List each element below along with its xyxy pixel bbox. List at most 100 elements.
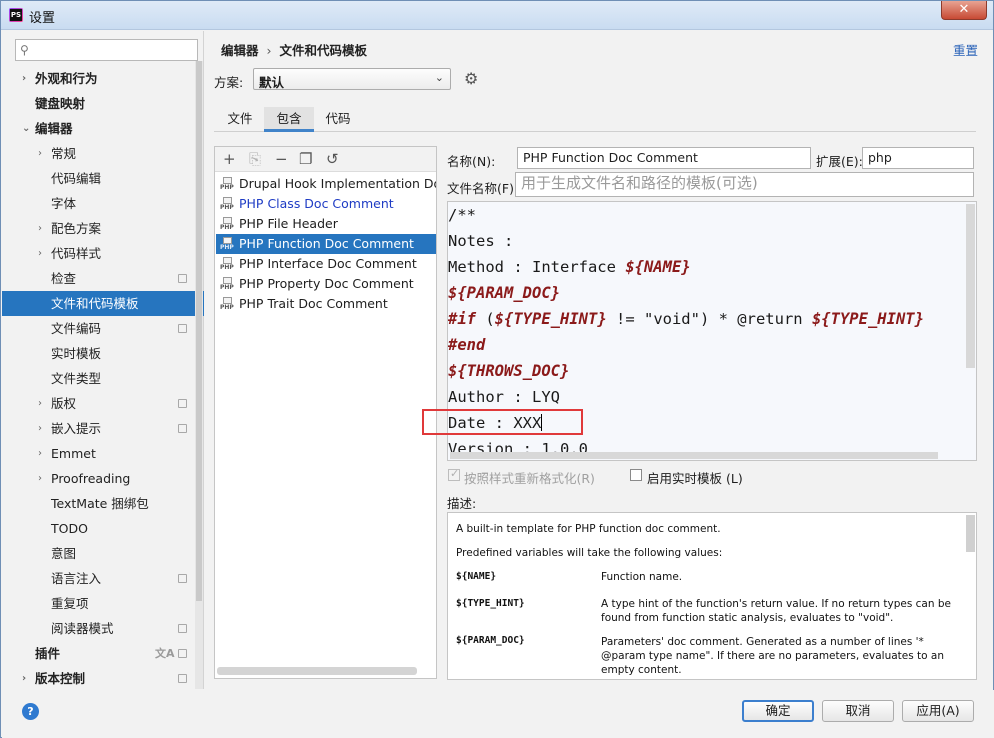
editor-vscrollbar[interactable] bbox=[966, 204, 975, 368]
template-list-item[interactable]: PHP PHP Function Doc Comment bbox=[216, 234, 436, 254]
settings-window: PS 设置 ✕ ⚲ › 外观和行为 键盘映射 ⌄ 编辑器 › 常规 代码编辑 字体 › 配色方案 › 代… bbox=[0, 0, 994, 738]
sidebar-item[interactable]: 文件编码 bbox=[2, 316, 204, 341]
sidebar-item[interactable]: 阅读器模式 bbox=[2, 616, 204, 641]
var-name: ${TYPE_HINT} bbox=[456, 598, 525, 609]
code-line: Notes : bbox=[448, 228, 513, 254]
name-label: 名称(N): bbox=[447, 154, 496, 169]
chevron-right-icon[interactable]: › bbox=[22, 666, 26, 691]
ok-button[interactable]: 确定 bbox=[742, 700, 814, 722]
project-scope-icon bbox=[178, 649, 187, 658]
gear-icon[interactable]: ⚙ bbox=[464, 69, 478, 88]
sidebar-item-label: TODO bbox=[51, 521, 88, 536]
sidebar-item[interactable]: 意图 bbox=[2, 541, 204, 566]
template-label: Drupal Hook Implementation Doc Comment bbox=[239, 176, 436, 191]
template-list-item[interactable]: PHP PHP Interface Doc Comment bbox=[216, 254, 436, 274]
sidebar-item[interactable]: 实时模板 bbox=[2, 341, 204, 366]
sidebar-item[interactable]: 字体 bbox=[2, 191, 204, 216]
sidebar-item-label: 语言注入 bbox=[51, 571, 102, 586]
sidebar-item[interactable]: 键盘映射 bbox=[2, 91, 204, 116]
settings-search-input[interactable]: ⚲ bbox=[15, 39, 198, 61]
chevron-right-icon[interactable]: › bbox=[38, 241, 42, 266]
template-list-toolbar: + ⎘ − ❐ ↺ bbox=[215, 147, 436, 172]
sidebar-item[interactable]: › 嵌入提示 bbox=[2, 416, 204, 441]
template-list-item[interactable]: PHP PHP Property Doc Comment bbox=[216, 274, 436, 294]
tab-includes[interactable]: 包含 bbox=[264, 107, 314, 132]
live-template-checkbox[interactable] bbox=[630, 469, 642, 481]
template-list-item[interactable]: PHP Drupal Hook Implementation Doc Commen… bbox=[216, 174, 436, 194]
chevron-right-icon[interactable]: › bbox=[38, 216, 42, 241]
sidebar-item[interactable]: 检查 bbox=[2, 266, 204, 291]
copy-template-button[interactable]: ❐ bbox=[299, 150, 312, 168]
sidebar-item[interactable]: TextMate 捆绑包 bbox=[2, 491, 204, 516]
close-button[interactable]: ✕ bbox=[941, 1, 987, 20]
sidebar-item[interactable]: 文件类型 bbox=[2, 366, 204, 391]
code-line: ${THROWS_DOC} bbox=[448, 358, 569, 384]
sidebar-item[interactable]: › 代码样式 bbox=[2, 241, 204, 266]
code-text: ( bbox=[476, 310, 495, 328]
remove-template-button[interactable]: − bbox=[275, 150, 288, 168]
sidebar-item[interactable]: › 版本控制 bbox=[2, 666, 204, 691]
reformat-label: 按照样式重新格式化(R) bbox=[464, 471, 595, 486]
template-list-item[interactable]: PHP PHP Trait Doc Comment bbox=[216, 294, 436, 314]
sidebar-item[interactable]: ⌄ 编辑器 bbox=[2, 116, 204, 141]
project-scope-icon bbox=[178, 674, 187, 683]
sidebar-item[interactable]: 插件 文A bbox=[2, 641, 204, 666]
description-vscrollbar[interactable] bbox=[966, 515, 975, 552]
sidebar-item[interactable]: › Emmet bbox=[2, 441, 204, 466]
editor-hscrollbar[interactable] bbox=[450, 452, 938, 459]
reset-template-button[interactable]: ↺ bbox=[326, 150, 339, 168]
sidebar-item-label: 嵌入提示 bbox=[51, 421, 102, 436]
sidebar-item[interactable]: › 常规 bbox=[2, 141, 204, 166]
apply-button[interactable]: 应用(A) bbox=[902, 700, 974, 722]
sidebar-item[interactable]: 重复项 bbox=[2, 591, 204, 616]
chevron-right-icon[interactable]: › bbox=[38, 416, 42, 441]
description-panel: A built-in template for PHP function doc… bbox=[447, 512, 977, 680]
chevron-right-icon[interactable]: › bbox=[38, 141, 42, 166]
cancel-button[interactable]: 取消 bbox=[822, 700, 894, 722]
add-template-button[interactable]: + bbox=[223, 150, 236, 168]
template-list-item[interactable]: PHP PHP File Header bbox=[216, 214, 436, 234]
chevron-right-icon[interactable]: › bbox=[22, 66, 26, 91]
sidebar-item[interactable]: 代码编辑 bbox=[2, 166, 204, 191]
breadcrumb-parent[interactable]: 编辑器 bbox=[221, 43, 259, 58]
filename-label: 文件名称(F): bbox=[447, 181, 519, 196]
template-list-hscrollbar[interactable] bbox=[217, 667, 417, 675]
sidebar-item[interactable]: › 版权 bbox=[2, 391, 204, 416]
filename-field[interactable]: 用于生成文件名和路径的模板(可选) bbox=[515, 172, 974, 197]
sidebar-item[interactable]: 语言注入 bbox=[2, 566, 204, 591]
sidebar-item[interactable]: TODO bbox=[2, 516, 204, 541]
extension-label: 扩展(E): bbox=[816, 154, 863, 169]
sidebar-item[interactable]: › 配色方案 bbox=[2, 216, 204, 241]
chevron-right-icon[interactable]: › bbox=[38, 441, 42, 466]
red-highlight-annotation bbox=[422, 409, 583, 435]
chevron-down-icon[interactable]: ⌄ bbox=[22, 116, 30, 141]
dialog-button-bar: ? 确定 取消 应用(A) bbox=[2, 690, 994, 738]
tab-code[interactable]: 代码 bbox=[318, 107, 358, 132]
chevron-right-icon[interactable]: › bbox=[38, 466, 42, 491]
sidebar-item[interactable]: › 外观和行为 bbox=[2, 66, 204, 91]
php-file-icon: PHP bbox=[220, 177, 234, 192]
live-template-label: 启用实时模板 (L) bbox=[647, 471, 743, 486]
scheme-dropdown[interactable]: 默认 ⌄ bbox=[253, 68, 451, 90]
create-child-template-button[interactable]: ⎘ bbox=[249, 150, 261, 168]
template-list-item[interactable]: PHP PHP Class Doc Comment bbox=[216, 194, 436, 214]
window-title: 设置 bbox=[29, 11, 56, 26]
code-text: != "void") * @return bbox=[606, 310, 812, 328]
template-list-panel: + ⎘ − ❐ ↺ PHP Drupal Hook Implementation … bbox=[214, 146, 437, 679]
breadcrumb-current: 文件和代码模板 bbox=[279, 43, 368, 58]
code-text: Notes : bbox=[448, 232, 514, 250]
sidebar-scrollbar[interactable] bbox=[195, 61, 203, 689]
tab-files[interactable]: 文件 bbox=[220, 107, 260, 132]
reset-link[interactable]: 重置 bbox=[953, 40, 978, 59]
name-field[interactable]: PHP Function Doc Comment bbox=[517, 147, 811, 169]
sidebar-item[interactable]: › Proofreading bbox=[2, 466, 204, 491]
extension-field[interactable]: php bbox=[862, 147, 974, 169]
sidebar-item-label: 插件 bbox=[35, 646, 61, 661]
sidebar-item-label: 实时模板 bbox=[51, 346, 102, 361]
sidebar-item[interactable]: 文件和代码模板 bbox=[2, 291, 204, 316]
reformat-checkbox[interactable] bbox=[448, 467, 460, 481]
help-icon[interactable]: ? bbox=[22, 703, 39, 720]
chevron-right-icon[interactable]: › bbox=[38, 391, 42, 416]
var-desc: A type hint of the function's return val… bbox=[601, 598, 951, 624]
code-line: Author : LYQ bbox=[448, 384, 560, 410]
